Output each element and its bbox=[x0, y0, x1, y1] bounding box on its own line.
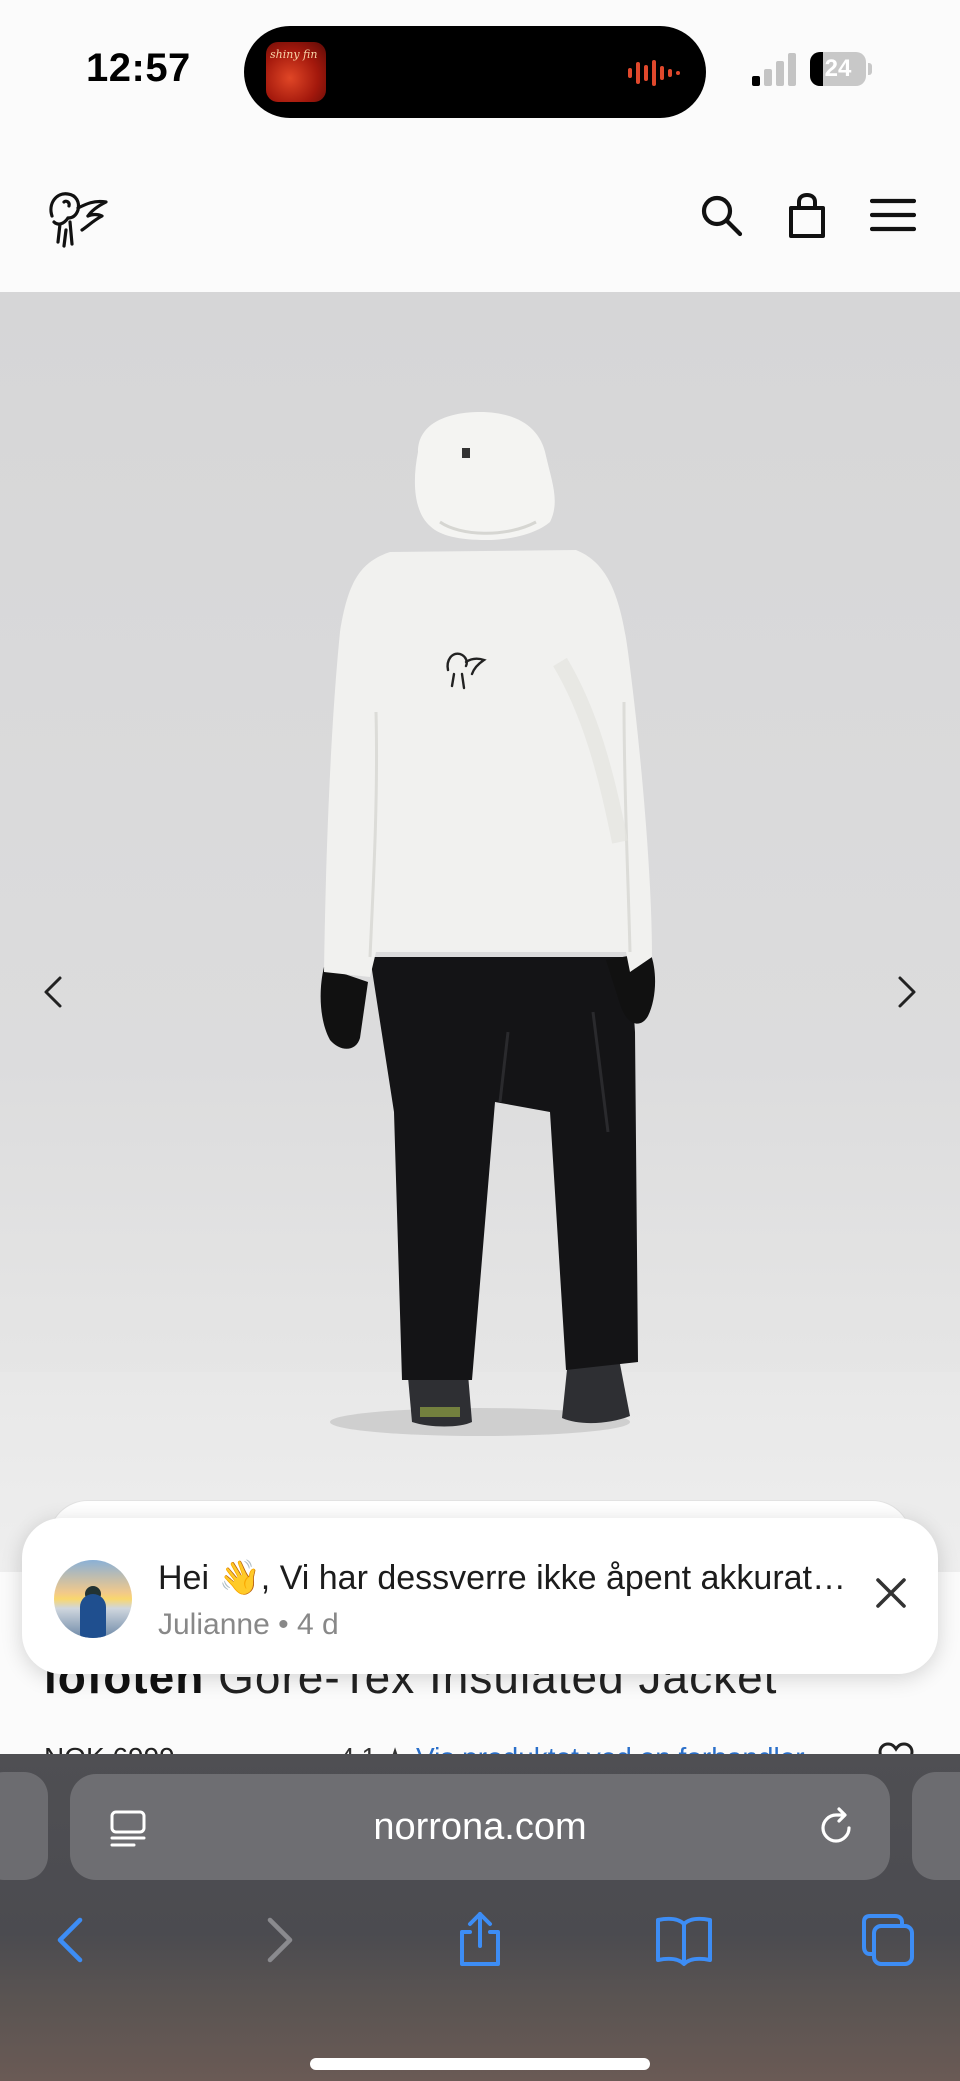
chevron-right-icon[interactable] bbox=[886, 962, 926, 1022]
chevron-left-icon[interactable] bbox=[34, 962, 74, 1022]
norrona-logo-icon[interactable] bbox=[42, 186, 110, 250]
shopping-bag-icon[interactable] bbox=[784, 192, 830, 238]
product-photo bbox=[320, 412, 656, 1436]
chat-notification[interactable]: Hei 👋, Vi har dessverre ikke åpent akkur… bbox=[22, 1518, 938, 1674]
audio-waveform-icon bbox=[628, 60, 680, 86]
share-icon[interactable] bbox=[450, 1910, 510, 1970]
status-bar: 12:57 shiny fin 24 bbox=[0, 0, 960, 140]
status-time: 12:57 bbox=[86, 46, 191, 90]
cellular-signal-icon bbox=[752, 53, 796, 86]
close-icon[interactable] bbox=[870, 1572, 912, 1614]
back-icon[interactable] bbox=[42, 1910, 102, 1970]
home-indicator[interactable] bbox=[310, 2058, 650, 2070]
browser-toolbar: norrona.com bbox=[0, 1754, 960, 2081]
chat-sender: Julianne bbox=[158, 1608, 270, 1641]
product-image-carousel[interactable] bbox=[0, 292, 960, 1572]
bookmarks-icon[interactable] bbox=[654, 1910, 714, 1970]
chat-message: Hei 👋, Vi har dessverre ikke åpent akkur… bbox=[158, 1559, 848, 1597]
forward-icon bbox=[267, 1917, 293, 1963]
next-tab-peek[interactable] bbox=[912, 1772, 960, 1880]
site-header bbox=[0, 140, 960, 292]
reload-icon[interactable] bbox=[816, 1806, 858, 1848]
battery-level: 24 bbox=[824, 55, 852, 82]
url-text: norrona.com bbox=[373, 1806, 587, 1848]
chat-separator: • bbox=[278, 1608, 289, 1641]
dynamic-island[interactable]: shiny fin bbox=[244, 26, 706, 118]
agent-avatar bbox=[54, 1560, 132, 1638]
hamburger-menu-icon[interactable] bbox=[870, 192, 916, 238]
search-icon[interactable] bbox=[698, 192, 744, 238]
chat-meta: Julianne • 4 d bbox=[158, 1608, 339, 1642]
previous-tab-peek[interactable] bbox=[0, 1772, 48, 1880]
now-playing-album-art: shiny fin bbox=[266, 42, 326, 102]
album-art-text: shiny fin bbox=[270, 48, 318, 61]
address-bar[interactable]: norrona.com bbox=[70, 1774, 890, 1880]
battery-icon: 24 bbox=[810, 52, 872, 86]
chat-age: 4 d bbox=[296, 1608, 339, 1641]
tabs-icon[interactable] bbox=[858, 1910, 918, 1970]
